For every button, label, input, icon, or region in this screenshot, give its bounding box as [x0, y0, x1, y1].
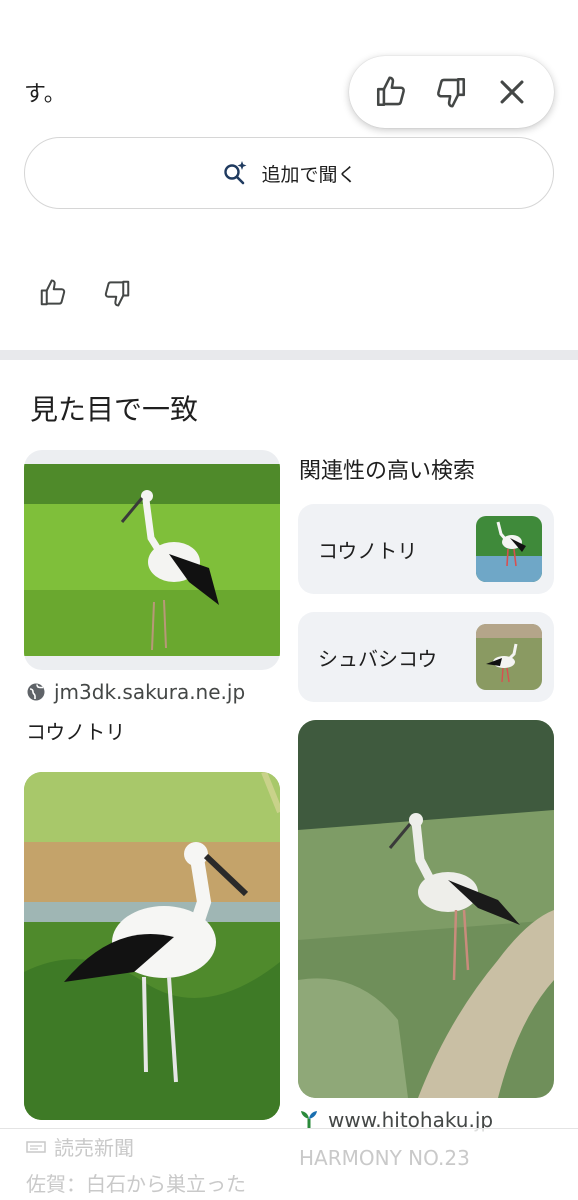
- answer-thumbs-down-button[interactable]: [100, 276, 134, 310]
- related-search-chip-1[interactable]: コウノトリ: [298, 504, 554, 594]
- visual-match-image-3[interactable]: [24, 772, 280, 1120]
- close-icon: [500, 80, 524, 104]
- visual-match-image-2[interactable]: [298, 720, 554, 1098]
- thumbs-down-icon: [437, 77, 466, 108]
- section-divider: [0, 350, 578, 360]
- answer-text: す。: [24, 82, 66, 107]
- thumbs-up-icon: [376, 76, 405, 107]
- visual-match-source-3[interactable]: 読売新聞: [26, 1132, 134, 1161]
- ask-more-label: 追加で聞く: [261, 163, 357, 186]
- close-button[interactable]: [492, 72, 532, 112]
- stork-photo: [298, 720, 554, 1098]
- related-searches-title: 関連性の高い検索: [299, 459, 476, 484]
- visual-match-caption-3[interactable]: 佐賀：白石から巣立った: [26, 1168, 246, 1197]
- thumbs-up-button[interactable]: [371, 72, 411, 112]
- source-label: jm3dk.sakura.ne.jp: [54, 680, 246, 704]
- visual-matches-title: 見た目で一致: [30, 393, 199, 426]
- related-search-label: シュバシコウ: [318, 646, 438, 671]
- related-search-thumbnail: [476, 624, 542, 690]
- thumbs-down-icon: [104, 280, 130, 307]
- visual-match-source-1[interactable]: jm3dk.sakura.ne.jp: [26, 680, 245, 704]
- newspaper-icon: [26, 1140, 46, 1153]
- globe-icon: [27, 683, 45, 701]
- related-search-thumbnail: [476, 516, 542, 582]
- source-label: 読売新聞: [54, 1136, 134, 1160]
- visual-match-image-1[interactable]: [24, 450, 280, 670]
- thumbs-down-button[interactable]: [431, 72, 471, 112]
- related-search-label: コウノトリ: [318, 538, 418, 563]
- related-search-chip-2[interactable]: シュバシコウ: [298, 612, 554, 702]
- answer-thumbs-up-button[interactable]: [36, 276, 70, 310]
- stork-photo: [24, 772, 280, 1120]
- visual-match-caption-1[interactable]: コウノトリ: [26, 716, 125, 745]
- stork-photo: [24, 464, 280, 656]
- sparkle-search-icon: [224, 161, 247, 185]
- thumbs-up-icon: [40, 279, 66, 306]
- ask-more-button[interactable]: 追加で聞く: [24, 137, 554, 209]
- feedback-popup: [349, 56, 554, 128]
- visual-match-caption-2[interactable]: HARMONY NO.23: [299, 1146, 470, 1170]
